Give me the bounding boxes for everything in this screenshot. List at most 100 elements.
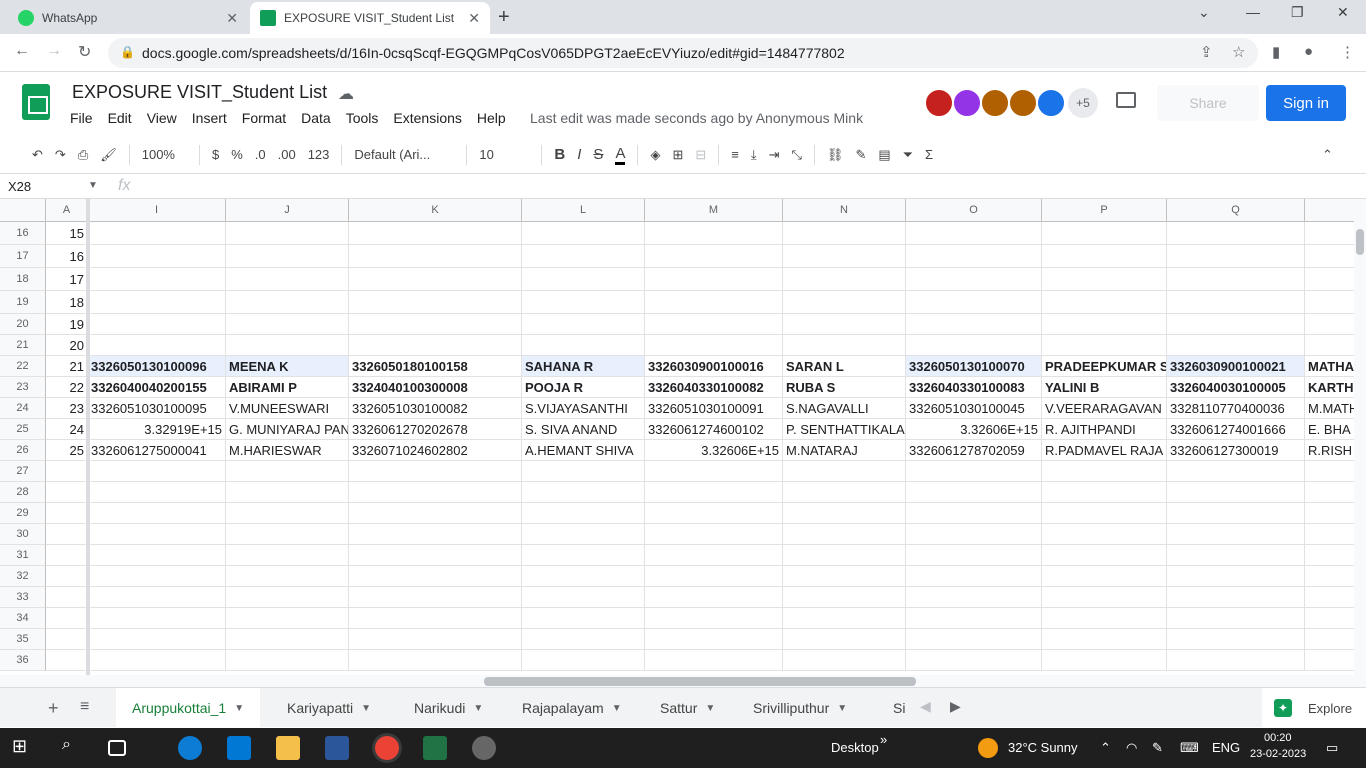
table-cell[interactable] <box>522 482 645 503</box>
table-cell[interactable] <box>783 335 906 356</box>
table-cell[interactable] <box>783 608 906 629</box>
table-cell[interactable] <box>1167 545 1305 566</box>
table-cell[interactable] <box>783 650 906 671</box>
table-cell[interactable] <box>783 629 906 650</box>
row-header[interactable]: 24 <box>0 398 46 419</box>
table-cell[interactable] <box>645 245 783 268</box>
table-cell[interactable]: 3326030900100021 <box>1167 356 1305 377</box>
table-cell[interactable]: 20 <box>46 335 88 356</box>
table-cell[interactable] <box>1167 608 1305 629</box>
table-cell[interactable]: 3326040040200155 <box>88 377 226 398</box>
collaborator-avatar[interactable] <box>1036 88 1066 118</box>
row-header[interactable]: 17 <box>0 245 46 268</box>
table-cell[interactable]: G. MUNIYARAJ PAN <box>226 419 349 440</box>
table-cell[interactable]: 3326061270202678 <box>349 419 522 440</box>
table-cell[interactable] <box>645 268 783 291</box>
table-cell[interactable]: 3326051030100082 <box>349 398 522 419</box>
menu-kebab-icon[interactable]: ⋮ <box>1340 43 1355 61</box>
table-cell[interactable] <box>783 245 906 268</box>
menu-tools[interactable]: Tools <box>346 110 379 126</box>
table-cell[interactable] <box>522 245 645 268</box>
row-header[interactable]: 35 <box>0 629 46 650</box>
row-header[interactable]: 36 <box>0 650 46 671</box>
table-cell[interactable] <box>88 335 226 356</box>
more-collaborators-badge[interactable]: +5 <box>1068 88 1098 118</box>
table-cell[interactable] <box>1167 629 1305 650</box>
table-cell[interactable] <box>349 461 522 482</box>
filter-icon[interactable]: ⏷ <box>903 147 913 163</box>
sheet-tab[interactable]: Narikudi ▼ <box>398 688 499 728</box>
reload-icon[interactable]: ↻ <box>78 42 91 62</box>
table-cell[interactable] <box>645 545 783 566</box>
table-cell[interactable]: 3.32606E+15 <box>645 440 783 461</box>
close-icon[interactable]: ✕ <box>468 10 480 27</box>
table-cell[interactable] <box>88 566 226 587</box>
column-header[interactable]: A <box>46 199 88 222</box>
currency-format-button[interactable]: $ <box>212 147 219 162</box>
column-header[interactable]: N <box>783 199 906 222</box>
weather-sun-icon[interactable] <box>978 738 998 758</box>
table-cell[interactable]: R.PADMAVEL RAJA <box>1042 440 1167 461</box>
table-cell[interactable] <box>645 566 783 587</box>
table-cell[interactable] <box>645 629 783 650</box>
table-cell[interactable] <box>522 608 645 629</box>
table-cell[interactable] <box>1042 566 1167 587</box>
table-cell[interactable]: V.VEERARAGAVAN <box>1042 398 1167 419</box>
strikethrough-button[interactable]: S <box>593 146 603 163</box>
menu-edit[interactable]: Edit <box>108 110 132 126</box>
table-cell[interactable]: 3328110770400036 <box>1167 398 1305 419</box>
table-cell[interactable] <box>522 545 645 566</box>
table-cell[interactable] <box>349 335 522 356</box>
table-cell[interactable] <box>226 461 349 482</box>
row-header[interactable]: 33 <box>0 587 46 608</box>
task-view-icon[interactable] <box>108 740 126 756</box>
search-icon[interactable]: ⌕ <box>62 736 86 760</box>
file-explorer-icon[interactable] <box>276 736 300 760</box>
table-cell[interactable]: 3326040330100082 <box>645 377 783 398</box>
menu-view[interactable]: View <box>147 110 177 126</box>
table-cell[interactable] <box>645 461 783 482</box>
table-cell[interactable]: 3326061274600102 <box>645 419 783 440</box>
table-cell[interactable] <box>783 222 906 245</box>
table-cell[interactable] <box>783 524 906 545</box>
decrease-decimal-button[interactable]: .0 <box>255 147 266 162</box>
app-icon[interactable] <box>472 736 496 760</box>
functions-icon[interactable]: Σ <box>925 147 933 162</box>
table-cell[interactable]: 3326071024602802 <box>349 440 522 461</box>
row-header[interactable]: 30 <box>0 524 46 545</box>
table-cell[interactable]: MEENA K <box>226 356 349 377</box>
table-cell[interactable] <box>349 291 522 314</box>
table-cell[interactable] <box>46 461 88 482</box>
sheet-tab[interactable]: Aruppukottai_1 ▼ <box>116 688 261 728</box>
edge-icon[interactable] <box>178 736 202 760</box>
browser-tab-whatsapp[interactable]: WhatsApp ✕ <box>8 2 248 34</box>
table-cell[interactable] <box>1042 629 1167 650</box>
table-cell[interactable] <box>1167 503 1305 524</box>
table-cell[interactable] <box>1042 545 1167 566</box>
table-cell[interactable] <box>349 650 522 671</box>
table-cell[interactable] <box>349 222 522 245</box>
fill-color-icon[interactable]: ◈ <box>650 147 660 163</box>
scroll-thumb[interactable] <box>1356 229 1364 255</box>
italic-button[interactable]: I <box>577 146 581 163</box>
row-header[interactable]: 21 <box>0 335 46 356</box>
table-cell[interactable] <box>226 314 349 335</box>
table-cell[interactable] <box>783 291 906 314</box>
vertical-align-icon[interactable]: ⤓ <box>751 147 757 163</box>
table-cell[interactable] <box>1305 314 1354 335</box>
table-cell[interactable] <box>783 503 906 524</box>
table-cell[interactable] <box>1305 629 1354 650</box>
percent-format-button[interactable]: % <box>231 147 243 162</box>
sheet-tab[interactable]: Rajapalayam ▼ <box>506 688 638 728</box>
keyboard-icon[interactable]: ⌨ <box>1180 740 1199 756</box>
table-cell[interactable]: RUBA S <box>783 377 906 398</box>
table-cell[interactable]: SAHANA R <box>522 356 645 377</box>
language-indicator[interactable]: ENG <box>1212 740 1240 755</box>
share-button[interactable]: Share <box>1157 85 1259 121</box>
chevron-down-icon[interactable]: ▼ <box>473 703 483 714</box>
table-cell[interactable] <box>88 222 226 245</box>
table-cell[interactable] <box>88 482 226 503</box>
table-cell[interactable] <box>522 461 645 482</box>
row-header[interactable]: 20 <box>0 314 46 335</box>
table-cell[interactable] <box>906 291 1042 314</box>
